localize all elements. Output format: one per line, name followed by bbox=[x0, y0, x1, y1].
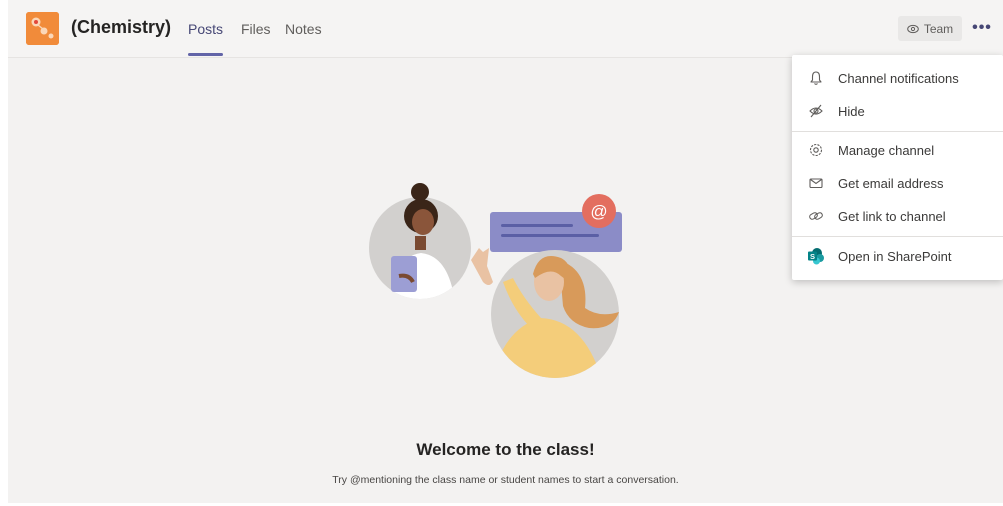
eye-slash-icon bbox=[806, 101, 826, 121]
menu-item-open-in-sharepoint[interactable]: S Open in SharePoint bbox=[792, 241, 1003, 271]
tab-notes[interactable]: Notes bbox=[285, 21, 322, 37]
channel-options-menu: Channel notifications Hide Manage channe… bbox=[792, 55, 1003, 280]
channel-header: (Chemistry) Posts Files Notes Team ••• bbox=[8, 0, 1003, 58]
menu-label: Open in SharePoint bbox=[838, 248, 952, 264]
welcome-subtitle: Try @mentioning the class name or studen… bbox=[332, 474, 679, 486]
envelope-icon bbox=[806, 173, 826, 193]
team-name: (Chemistry) bbox=[71, 17, 172, 37]
welcome-title: Welcome to the class! bbox=[416, 440, 595, 459]
menu-item-channel-notifications[interactable]: Channel notifications bbox=[792, 63, 1003, 93]
menu-item-get-email-address[interactable]: Get email address bbox=[792, 168, 1003, 198]
welcome-illustration-graphic: @ bbox=[369, 183, 622, 378]
sharepoint-icon: S bbox=[806, 246, 826, 266]
team-button-label: Team bbox=[923, 21, 954, 36]
menu-label: Hide bbox=[838, 103, 865, 119]
menu-label: Get link to channel bbox=[838, 208, 946, 224]
bell-icon bbox=[806, 68, 826, 88]
tab-files[interactable]: Files bbox=[241, 21, 271, 37]
team-logo[interactable] bbox=[26, 12, 59, 45]
welcome-illustration: @ bbox=[363, 178, 633, 383]
menu-item-manage-channel[interactable]: Manage channel bbox=[792, 135, 1003, 165]
svg-text:S: S bbox=[810, 252, 815, 261]
link-icon bbox=[806, 206, 826, 226]
team-button[interactable]: Team bbox=[898, 16, 962, 41]
active-tab-indicator bbox=[188, 53, 223, 56]
menu-label: Channel notifications bbox=[838, 70, 959, 86]
menu-divider bbox=[792, 236, 1003, 237]
menu-divider bbox=[792, 131, 1003, 132]
tab-posts[interactable]: Posts bbox=[188, 21, 223, 37]
gear-icon bbox=[806, 140, 826, 160]
mention-badge-text: @ bbox=[590, 202, 607, 221]
menu-label: Get email address bbox=[838, 175, 944, 191]
teams-window: (Chemistry) Posts Files Notes Team ••• C… bbox=[8, 0, 1003, 503]
more-options-button[interactable]: ••• bbox=[968, 14, 996, 42]
team-logo-graphic bbox=[26, 12, 59, 45]
menu-item-hide[interactable]: Hide bbox=[792, 96, 1003, 126]
menu-item-get-link-to-channel[interactable]: Get link to channel bbox=[792, 201, 1003, 231]
menu-label: Manage channel bbox=[838, 142, 935, 158]
eye-icon bbox=[907, 24, 919, 33]
